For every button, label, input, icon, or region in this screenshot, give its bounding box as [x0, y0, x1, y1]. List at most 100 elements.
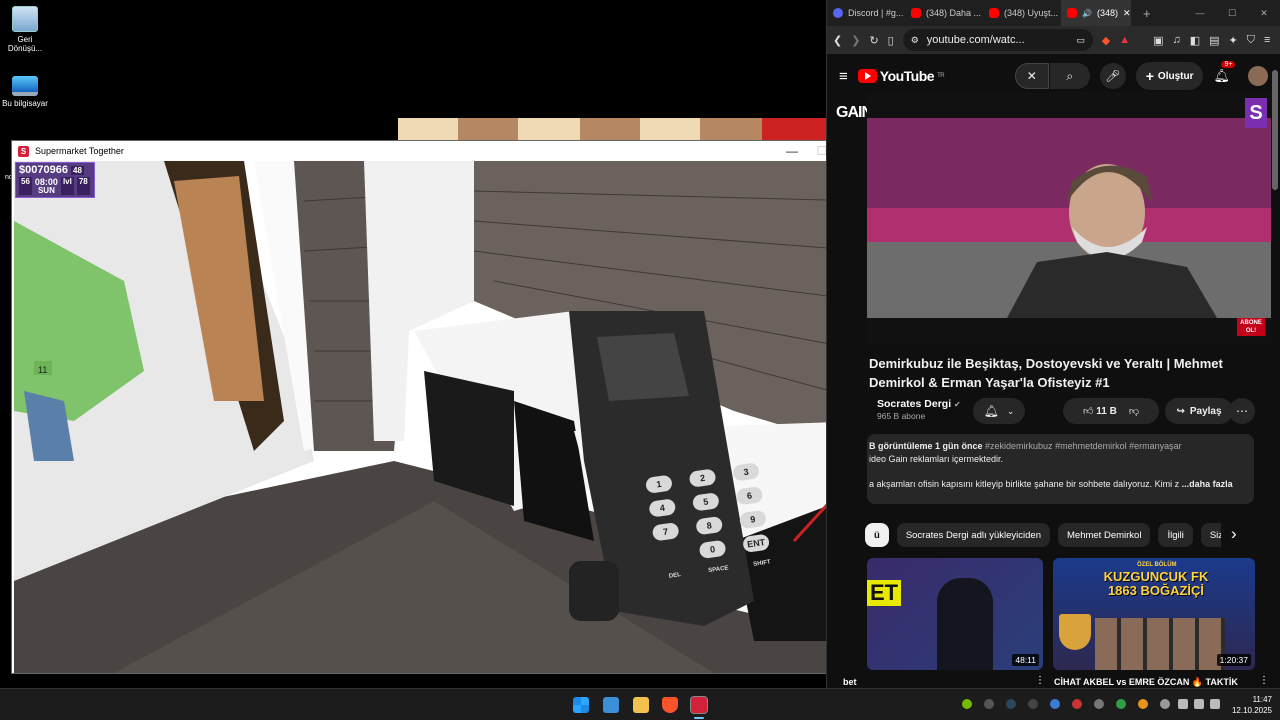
network-icon[interactable] — [1178, 699, 1188, 709]
hamburger-menu-icon[interactable]: ≡ — [839, 68, 848, 85]
reload-icon[interactable]: ↻ — [869, 34, 878, 47]
scanner-key: ENT — [742, 533, 771, 553]
tab-youtube-2[interactable]: (348) Uyuşt... — [983, 0, 1061, 26]
page-scrollbar[interactable] — [1272, 62, 1278, 688]
tray-icon[interactable] — [1050, 699, 1060, 709]
browser-window[interactable]: Discord | #g... (348) Daha ... (348) Uyu… — [826, 0, 1280, 688]
supermarket-together-icon[interactable] — [690, 696, 708, 714]
media-icon[interactable]: ♫ — [1172, 34, 1180, 46]
browser-close-button[interactable]: ✕ — [1248, 8, 1280, 19]
browser-minimize-button[interactable]: — — [1184, 8, 1216, 18]
dislike-button[interactable]: 👎︎ — [1129, 405, 1139, 417]
extensions-icon[interactable]: ▣ — [1153, 34, 1163, 47]
like-button[interactable]: 👍︎ 11 B — [1083, 405, 1117, 417]
chips-next-icon[interactable]: › — [1231, 524, 1237, 544]
leo-icon[interactable]: ✦ — [1229, 34, 1238, 47]
create-button[interactable]: + Oluştur — [1135, 62, 1204, 90]
game-hud: $0070966 48 56 08:00 SUN lvl 78 — [15, 162, 95, 198]
chip-mehmet-demirkol[interactable]: Mehmet Demirkol — [1058, 523, 1151, 547]
recommendation-more-icon[interactable]: ⋮ — [1259, 675, 1269, 686]
steam-tray-icon[interactable] — [1006, 699, 1016, 709]
nvidia-tray-icon[interactable] — [962, 699, 972, 709]
recommendation-title[interactable]: bet — [843, 677, 857, 687]
recommendation-thumbnail[interactable]: ET 48:11 — [867, 558, 1043, 670]
game-window[interactable]: S Supermarket Together — ☐ ✕ 11 — [11, 140, 868, 674]
volume-icon[interactable] — [1194, 699, 1204, 709]
file-explorer-icon[interactable] — [633, 697, 649, 713]
tab-discord[interactable]: Discord | #g... — [827, 0, 905, 26]
new-tab-button[interactable]: + — [1143, 6, 1151, 21]
desktop-icon-recycle-bin[interactable]: Geri Dönüşü... — [0, 6, 50, 53]
time-display: 11:47 — [1252, 695, 1272, 704]
menu-icon[interactable]: ≡ — [1264, 34, 1270, 46]
tab-close-icon[interactable]: ✕ — [1123, 8, 1131, 19]
chip-all[interactable]: ü — [865, 523, 889, 547]
search-button[interactable]: ⌕ — [1049, 63, 1090, 89]
tab-label: (348) Daha ... — [926, 8, 982, 18]
youtube-play-icon — [857, 69, 877, 83]
video-description[interactable]: B görüntüleme 1 gün önce #zekidemirkubuz… — [867, 434, 1254, 504]
rewards-icon[interactable]: ▲ — [1119, 34, 1130, 46]
recycle-bin-icon — [12, 6, 38, 32]
game-app-icon: S — [18, 145, 29, 157]
battery-icon[interactable] — [1210, 699, 1220, 709]
show-more-link[interactable]: ...daha fazla — [1182, 479, 1233, 489]
tray-icon[interactable] — [1116, 699, 1126, 709]
more-actions-button[interactable]: ⋯ — [1229, 398, 1255, 424]
tab-label: (348) Uyuşt... — [1004, 8, 1059, 18]
forward-icon[interactable]: ❯ — [851, 34, 860, 47]
minimize-button[interactable]: — — [777, 144, 807, 158]
chevron-down-icon: ⌄ — [1006, 405, 1015, 416]
tray-icon[interactable] — [1028, 699, 1038, 709]
channel-name[interactable]: Socrates Dergi ✔ — [877, 398, 961, 410]
voice-search-button[interactable]: 🎤︎ — [1099, 63, 1126, 89]
recommendation-more-icon[interactable]: ⋮ — [1035, 675, 1045, 686]
site-settings-icon[interactable]: ⚙ — [911, 35, 919, 46]
sidebar-icon[interactable]: ◧ — [1190, 34, 1200, 47]
youtube-logo[interactable]: YouTube TR — [857, 68, 945, 84]
share-button[interactable]: ↪ Paylaş — [1165, 398, 1233, 424]
bookmark-icon[interactable]: ▯ — [888, 34, 894, 47]
clock[interactable]: 11:47 12.10.2025 — [1226, 694, 1272, 716]
address-toolbar: ❮ ❯ ↻ ▯ ⚙ youtube.com/watc... ▭ ◆ ▲ ▣ ♫ … — [827, 26, 1280, 54]
thumbnail-people — [1095, 618, 1225, 670]
back-icon[interactable]: ❮ — [833, 34, 842, 47]
vpn-icon[interactable]: ⛉ — [1247, 34, 1255, 47]
day-value: SUN — [37, 186, 55, 195]
tray-icon[interactable] — [984, 699, 994, 709]
youtube-icon — [911, 8, 921, 18]
recommendation-title[interactable]: CİHAT AKBEL vs EMRE ÖZCAN 🔥 TAKTİK — [1054, 677, 1250, 688]
tray-icon[interactable] — [1138, 699, 1148, 709]
chip-for-you[interactable]: Size öze — [1200, 523, 1221, 547]
game-viewport[interactable]: 11 1 2 3 4 5 6 7 8 9 0 ENT DEL SPACE SHI… — [14, 161, 867, 673]
scanner-key: 2 — [688, 468, 717, 488]
subscribe-bell-button[interactable]: 🔔︎ ⌄ — [973, 398, 1025, 424]
hashtags[interactable]: #zekidemirkubuz #mehmetdemirkol #ermanya… — [985, 441, 1182, 451]
video-player[interactable]: S ABONE OL! — [867, 92, 1271, 344]
tab-youtube-active[interactable]: 🔊 (348) ✕ — [1061, 0, 1131, 26]
brave-browser-icon[interactable] — [662, 697, 678, 713]
windows-start-icon[interactable] — [573, 697, 589, 713]
clear-search-button[interactable]: ✕ — [1014, 63, 1049, 89]
microphone-tray-icon[interactable] — [1160, 699, 1170, 709]
desktop-icon-this-pc[interactable]: Bu bilgisayar — [0, 74, 50, 108]
chip-related[interactable]: İlgili — [1158, 523, 1193, 547]
gallery-icon[interactable] — [603, 697, 619, 713]
tray-icon[interactable] — [1072, 699, 1082, 709]
recommendation-thumbnail[interactable]: ÖZEL BÖLÜM KUZGUNCUK FK 1863 BOĞAZİÇİ 1:… — [1053, 558, 1255, 670]
game-titlebar[interactable]: S Supermarket Together — ☐ ✕ — [12, 141, 867, 161]
notifications-button[interactable]: 🔔︎ 9+ — [1213, 61, 1236, 85]
brave-shield-icon[interactable]: ◆ — [1102, 34, 1110, 47]
view-count: B görüntüleme 1 gün önce — [869, 441, 983, 451]
scrollbar-thumb[interactable] — [1272, 70, 1278, 190]
browser-maximize-button[interactable]: ☐ — [1216, 8, 1248, 19]
tray-icon[interactable] — [1094, 699, 1104, 709]
avatar[interactable] — [1248, 66, 1268, 86]
tab-youtube-1[interactable]: (348) Daha ... — [905, 0, 983, 26]
wallet-icon[interactable]: ▤ — [1209, 34, 1219, 47]
cast-icon[interactable]: ▭ — [1076, 35, 1085, 46]
address-bar[interactable]: ⚙ youtube.com/watc... ▭ — [902, 29, 1093, 51]
channel-info[interactable]: Socrates Dergi ✔ 965 B abone — [877, 398, 961, 421]
chip-from-uploader[interactable]: Socrates Dergi adlı yükleyiciden — [896, 523, 1050, 547]
thumbnail-overlay-text: KUZGUNCUK FK 1863 BOĞAZİÇİ — [1103, 569, 1209, 598]
